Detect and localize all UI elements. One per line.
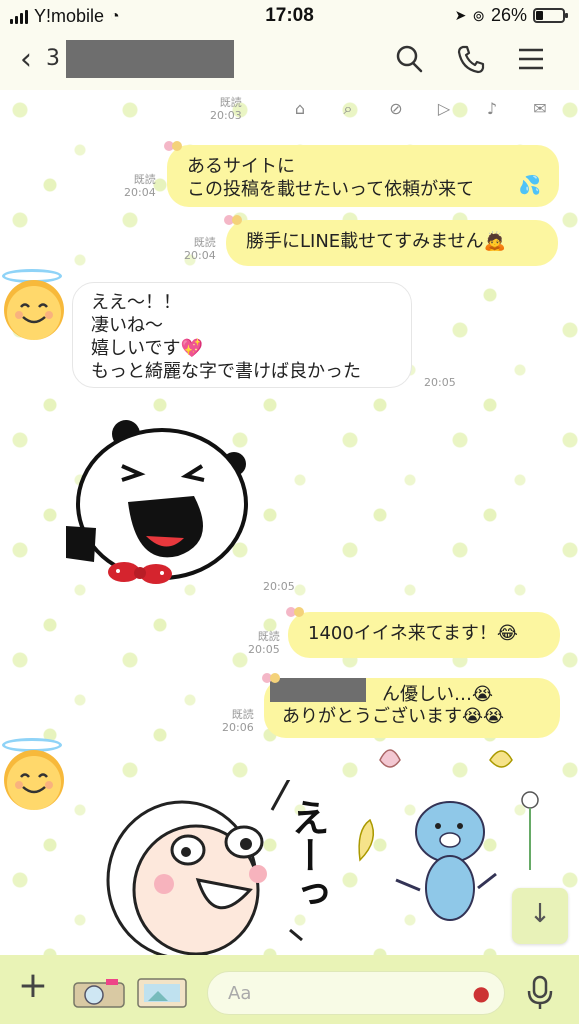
battery-percent: 26% xyxy=(490,5,527,25)
chat-area[interactable]: 既読 20:03 ⌂ ⌕ ⊘ ▷ ♪ ✉ 既読 20:04 あるサイトに この投… xyxy=(0,90,579,955)
bell-icon[interactable]: ♪ xyxy=(483,100,501,118)
phone-icon[interactable] xyxy=(454,42,488,76)
chat-title: 3 xyxy=(46,46,60,71)
time-label: 20:05 xyxy=(248,643,280,656)
time-label: 20:06 xyxy=(222,721,254,734)
message-input[interactable]: Aa ● xyxy=(207,971,505,1015)
bow-emoji: 🙇 xyxy=(483,231,507,252)
chat-mini-toolbar: ⌂ ⌕ ⊘ ▷ ♪ ✉ xyxy=(291,100,549,118)
time-label: 20:04 xyxy=(124,186,156,199)
input-placeholder: Aa xyxy=(228,983,252,1004)
home-icon[interactable]: ⌂ xyxy=(291,100,309,118)
butterfly-icon xyxy=(262,673,280,683)
redacted-name xyxy=(270,678,366,702)
sweat-emoji: 💦 xyxy=(518,175,541,196)
status-bar: Y!mobile ◔ 17:08 ➤ ⊚ 26% xyxy=(0,0,579,32)
sticker-text: えーっ xyxy=(285,798,329,912)
battery-icon xyxy=(533,8,568,23)
message-text: 勝手にLINE載せてすみません xyxy=(246,231,484,252)
butterfly-icon xyxy=(286,607,304,617)
cancel-icon[interactable]: ⊘ xyxy=(387,100,405,118)
mail-icon[interactable]: ✉ xyxy=(531,100,549,118)
laugh-cry-emoji: 😂 xyxy=(496,623,518,644)
message-text: あるサイトに この投稿を載せたいって依頼が来て xyxy=(187,156,475,200)
message-text: ええ〜！！ 凄いね〜 嬉しいです xyxy=(91,292,181,359)
read-label: 既読 xyxy=(219,96,242,109)
crying-emoji: 😭😭 xyxy=(462,706,505,727)
butterfly-icon xyxy=(224,215,242,225)
ladybug-icon[interactable]: ● xyxy=(473,981,490,1005)
message-text: 1400イイネ来てます！ xyxy=(308,623,497,644)
butterfly-icon xyxy=(164,141,182,151)
location-icon: ➤ xyxy=(454,7,467,23)
message-meta: 既読 20:04 xyxy=(184,236,216,262)
crying-emoji: 😭 xyxy=(472,684,494,705)
surprised-character-sticker[interactable] xyxy=(104,780,304,955)
message-bubble-received[interactable]: ええ〜！！ 凄いね〜 嬉しいです💖 もっと綺麗な字で書けば良かった xyxy=(72,282,412,388)
message-bubble[interactable]: あるサイトに この投稿を載せたいって依頼が来て 💦 xyxy=(167,145,559,207)
battery-level xyxy=(536,11,543,20)
message-bubble[interactable]: 1400イイネ来てます！😂 xyxy=(288,612,560,658)
photo-icon[interactable] xyxy=(136,977,188,1009)
message-bubble[interactable]: 勝手にLINE載せてすみません🙇 xyxy=(226,220,558,266)
chat-header: ‹ 3 xyxy=(0,32,579,120)
avatar[interactable] xyxy=(4,280,64,340)
rotation-lock-icon: ⊚ xyxy=(472,7,485,25)
time-label: 20:05 xyxy=(424,376,456,389)
read-label: 既読 xyxy=(257,630,280,643)
camera-icon[interactable] xyxy=(72,977,126,1009)
microphone-icon[interactable] xyxy=(526,975,554,1011)
time-label: 20:05 xyxy=(263,580,295,593)
read-label: 既読 xyxy=(231,708,254,721)
message-meta: 既読 20:06 xyxy=(222,708,254,734)
avatar[interactable] xyxy=(4,750,64,810)
message-text: ん優しい… xyxy=(382,684,472,705)
message-meta: 既読 20:03 xyxy=(210,96,242,122)
search-icon[interactable]: ⌕ xyxy=(339,100,357,118)
message-meta: 既読 20:05 xyxy=(248,630,280,656)
play-icon[interactable]: ▷ xyxy=(435,100,453,118)
scroll-down-button[interactable]: ↓ xyxy=(512,888,568,944)
plus-icon[interactable]: + xyxy=(16,968,50,1005)
read-label: 既読 xyxy=(193,236,216,249)
message-text: もっと綺麗な字で書けば良かった xyxy=(91,361,361,382)
message-text: ありがとうございます xyxy=(282,706,462,727)
smile-face-icon xyxy=(15,303,53,324)
message-meta: 既読 20:04 xyxy=(124,173,156,199)
time-label: 20:03 xyxy=(210,109,242,122)
time-label: 20:04 xyxy=(184,249,216,262)
smile-face-icon xyxy=(15,773,53,794)
input-bar: + Aa ● xyxy=(0,955,579,1024)
search-icon[interactable] xyxy=(392,42,426,76)
menu-icon[interactable] xyxy=(514,42,548,76)
panda-laughing-sticker[interactable] xyxy=(66,416,250,592)
read-label: 既読 xyxy=(133,173,156,186)
redacted-title xyxy=(66,40,234,78)
back-button[interactable]: ‹ xyxy=(20,42,32,77)
heart-cat-emoji: 💖 xyxy=(180,338,203,359)
